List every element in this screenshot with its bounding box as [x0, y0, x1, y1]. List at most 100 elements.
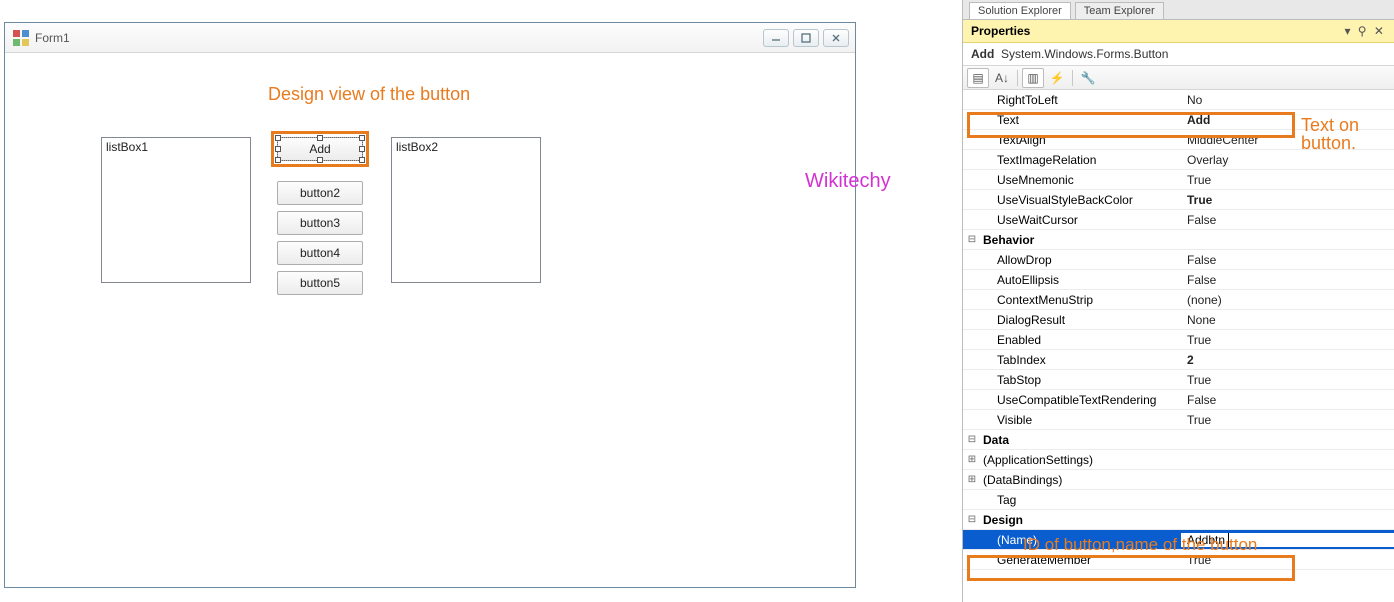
- property-row[interactable]: TextAdd: [963, 110, 1394, 130]
- property-value[interactable]: True: [1181, 553, 1394, 567]
- property-row[interactable]: DialogResultNone: [963, 310, 1394, 330]
- property-row[interactable]: ⊞(DataBindings): [963, 470, 1394, 490]
- button-2[interactable]: button2: [277, 181, 363, 205]
- add-button[interactable]: Add: [277, 137, 363, 161]
- properties-grid[interactable]: RightToLeftNoTextAddTextAlignMiddleCente…: [963, 90, 1394, 598]
- property-name: AllowDrop: [981, 253, 1181, 267]
- property-name: DialogResult: [981, 313, 1181, 327]
- property-row[interactable]: (Name)Addbtn: [963, 530, 1394, 550]
- form-icon: [13, 30, 29, 46]
- property-value[interactable]: No: [1181, 93, 1394, 107]
- property-value[interactable]: 2: [1181, 353, 1394, 367]
- form-canvas[interactable]: listBox1 listBox2 Add button2 button3 bu…: [5, 53, 855, 587]
- property-row[interactable]: ⊞(ApplicationSettings): [963, 450, 1394, 470]
- property-row[interactable]: UseWaitCursorFalse: [963, 210, 1394, 230]
- property-row[interactable]: UseMnemonicTrue: [963, 170, 1394, 190]
- property-row[interactable]: ⊟Behavior: [963, 230, 1394, 250]
- properties-title: Properties: [971, 24, 1030, 38]
- property-name: AutoEllipsis: [981, 273, 1181, 287]
- expand-toggle-icon[interactable]: ⊟: [963, 514, 981, 525]
- properties-header: Properties ▾ ⚲ ✕: [963, 20, 1394, 43]
- property-row[interactable]: TabStopTrue: [963, 370, 1394, 390]
- property-value[interactable]: True: [1181, 373, 1394, 387]
- property-value[interactable]: Overlay: [1181, 153, 1394, 167]
- listbox-2[interactable]: listBox2: [391, 137, 541, 283]
- property-value[interactable]: False: [1181, 273, 1394, 287]
- panel-controls[interactable]: ▾ ⚲ ✕: [1344, 24, 1386, 38]
- property-name: Data: [981, 433, 1181, 447]
- categorized-button[interactable]: ▤: [967, 68, 989, 88]
- property-value[interactable]: False: [1181, 393, 1394, 407]
- property-row[interactable]: GenerateMemberTrue: [963, 550, 1394, 570]
- form-titlebar[interactable]: Form1: [5, 23, 855, 53]
- property-row[interactable]: VisibleTrue: [963, 410, 1394, 430]
- property-row[interactable]: ⊟Design: [963, 510, 1394, 530]
- property-row[interactable]: ContextMenuStrip(none): [963, 290, 1394, 310]
- tab-team-explorer[interactable]: Team Explorer: [1075, 2, 1164, 19]
- button-4[interactable]: button4: [277, 241, 363, 265]
- button-3[interactable]: button3: [277, 211, 363, 235]
- property-name: TextImageRelation: [981, 153, 1181, 167]
- property-name: (DataBindings): [981, 473, 1181, 487]
- property-row[interactable]: UseCompatibleTextRenderingFalse: [963, 390, 1394, 410]
- property-row[interactable]: RightToLeftNo: [963, 90, 1394, 110]
- form-title: Form1: [35, 31, 763, 45]
- property-name: TabStop: [981, 373, 1181, 387]
- property-value[interactable]: True: [1181, 333, 1394, 347]
- property-row[interactable]: AllowDropFalse: [963, 250, 1394, 270]
- selected-object-name: Add: [971, 47, 994, 61]
- toolbar-separator: [1017, 70, 1018, 86]
- property-value[interactable]: Add: [1181, 113, 1394, 127]
- property-row[interactable]: Tag: [963, 490, 1394, 510]
- property-name: TabIndex: [981, 353, 1181, 367]
- maximize-button[interactable]: [793, 29, 819, 47]
- property-row[interactable]: TextImageRelationOverlay: [963, 150, 1394, 170]
- property-value[interactable]: True: [1181, 193, 1394, 207]
- property-row[interactable]: AutoEllipsisFalse: [963, 270, 1394, 290]
- property-row[interactable]: EnabledTrue: [963, 330, 1394, 350]
- property-value[interactable]: (none): [1181, 293, 1394, 307]
- property-name: Tag: [981, 493, 1181, 507]
- expand-toggle-icon[interactable]: ⊟: [963, 434, 981, 445]
- property-row[interactable]: TextAlignMiddleCenter: [963, 130, 1394, 150]
- property-name: (Name): [981, 533, 1181, 547]
- events-button[interactable]: ⚡: [1046, 68, 1068, 88]
- properties-panel: Solution Explorer Team Explorer Properti…: [962, 0, 1394, 602]
- toolbar-separator: [1072, 70, 1073, 86]
- property-row[interactable]: TabIndex2: [963, 350, 1394, 370]
- window-buttons: [763, 29, 849, 47]
- property-value[interactable]: False: [1181, 253, 1394, 267]
- expand-toggle-icon[interactable]: ⊟: [963, 234, 981, 245]
- tab-solution-explorer[interactable]: Solution Explorer: [969, 2, 1071, 19]
- expand-toggle-icon[interactable]: ⊞: [963, 454, 981, 465]
- property-value[interactable]: False: [1181, 213, 1394, 227]
- property-name: ContextMenuStrip: [981, 293, 1181, 307]
- property-name: UseCompatibleTextRendering: [981, 393, 1181, 407]
- button-5[interactable]: button5: [277, 271, 363, 295]
- property-value[interactable]: True: [1181, 413, 1394, 427]
- properties-toolbar: ▤ A↓ ▥ ⚡ 🔧: [963, 66, 1394, 90]
- property-name: Enabled: [981, 333, 1181, 347]
- property-value[interactable]: Addbtn: [1181, 533, 1394, 547]
- properties-selected-object[interactable]: Add System.Windows.Forms.Button: [963, 43, 1394, 66]
- properties-button[interactable]: ▥: [1022, 68, 1044, 88]
- property-row[interactable]: ⊟Data: [963, 430, 1394, 450]
- form-designer-window: Form1 listBox1 listBox2 Add button2 butt…: [4, 22, 856, 588]
- property-row[interactable]: UseVisualStyleBackColorTrue: [963, 190, 1394, 210]
- property-value[interactable]: MiddleCenter: [1181, 133, 1394, 147]
- property-name: TextAlign: [981, 133, 1181, 147]
- listbox-1[interactable]: listBox1: [101, 137, 251, 283]
- property-name: GenerateMember: [981, 553, 1181, 567]
- property-name: Design: [981, 513, 1181, 527]
- expand-toggle-icon[interactable]: ⊞: [963, 474, 981, 485]
- close-button[interactable]: [823, 29, 849, 47]
- property-pages-button[interactable]: 🔧: [1077, 68, 1099, 88]
- property-name: Behavior: [981, 233, 1181, 247]
- property-name: Text: [981, 113, 1181, 127]
- minimize-button[interactable]: [763, 29, 789, 47]
- property-name: RightToLeft: [981, 93, 1181, 107]
- property-name: Visible: [981, 413, 1181, 427]
- property-value[interactable]: True: [1181, 173, 1394, 187]
- property-value[interactable]: None: [1181, 313, 1394, 327]
- alphabetical-button[interactable]: A↓: [991, 68, 1013, 88]
